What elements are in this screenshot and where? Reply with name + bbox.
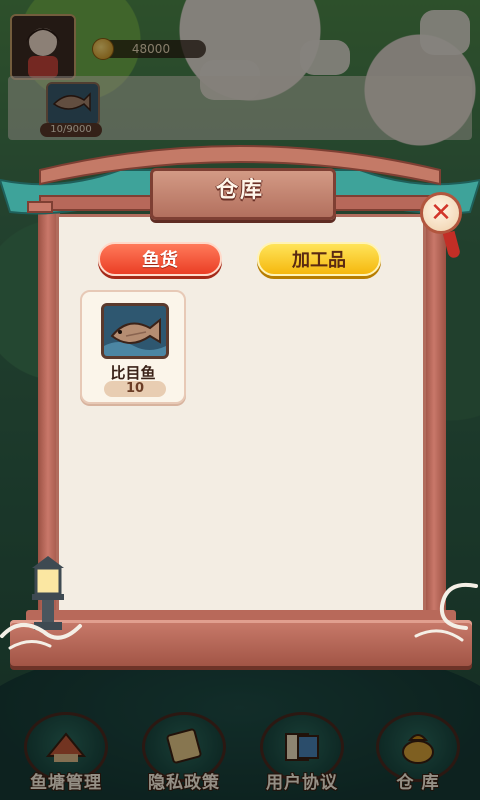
tab-fish-goods[interactable]: 鱼货 — [98, 242, 222, 276]
cloud-swirl-left — [0, 623, 82, 650]
frame-post-right — [424, 200, 446, 630]
close-icon: ✕ — [430, 198, 452, 228]
tab-processed-goods[interactable]: 加工品 — [257, 242, 381, 276]
item-name: 比目鱼 — [110, 364, 156, 382]
panel-title: 仓库 — [215, 178, 264, 203]
close-button[interactable]: ✕ — [420, 192, 462, 234]
item-quantity: 10 — [104, 381, 166, 397]
cloud-swirl-right — [414, 583, 478, 642]
flatfish-icon — [101, 303, 169, 359]
